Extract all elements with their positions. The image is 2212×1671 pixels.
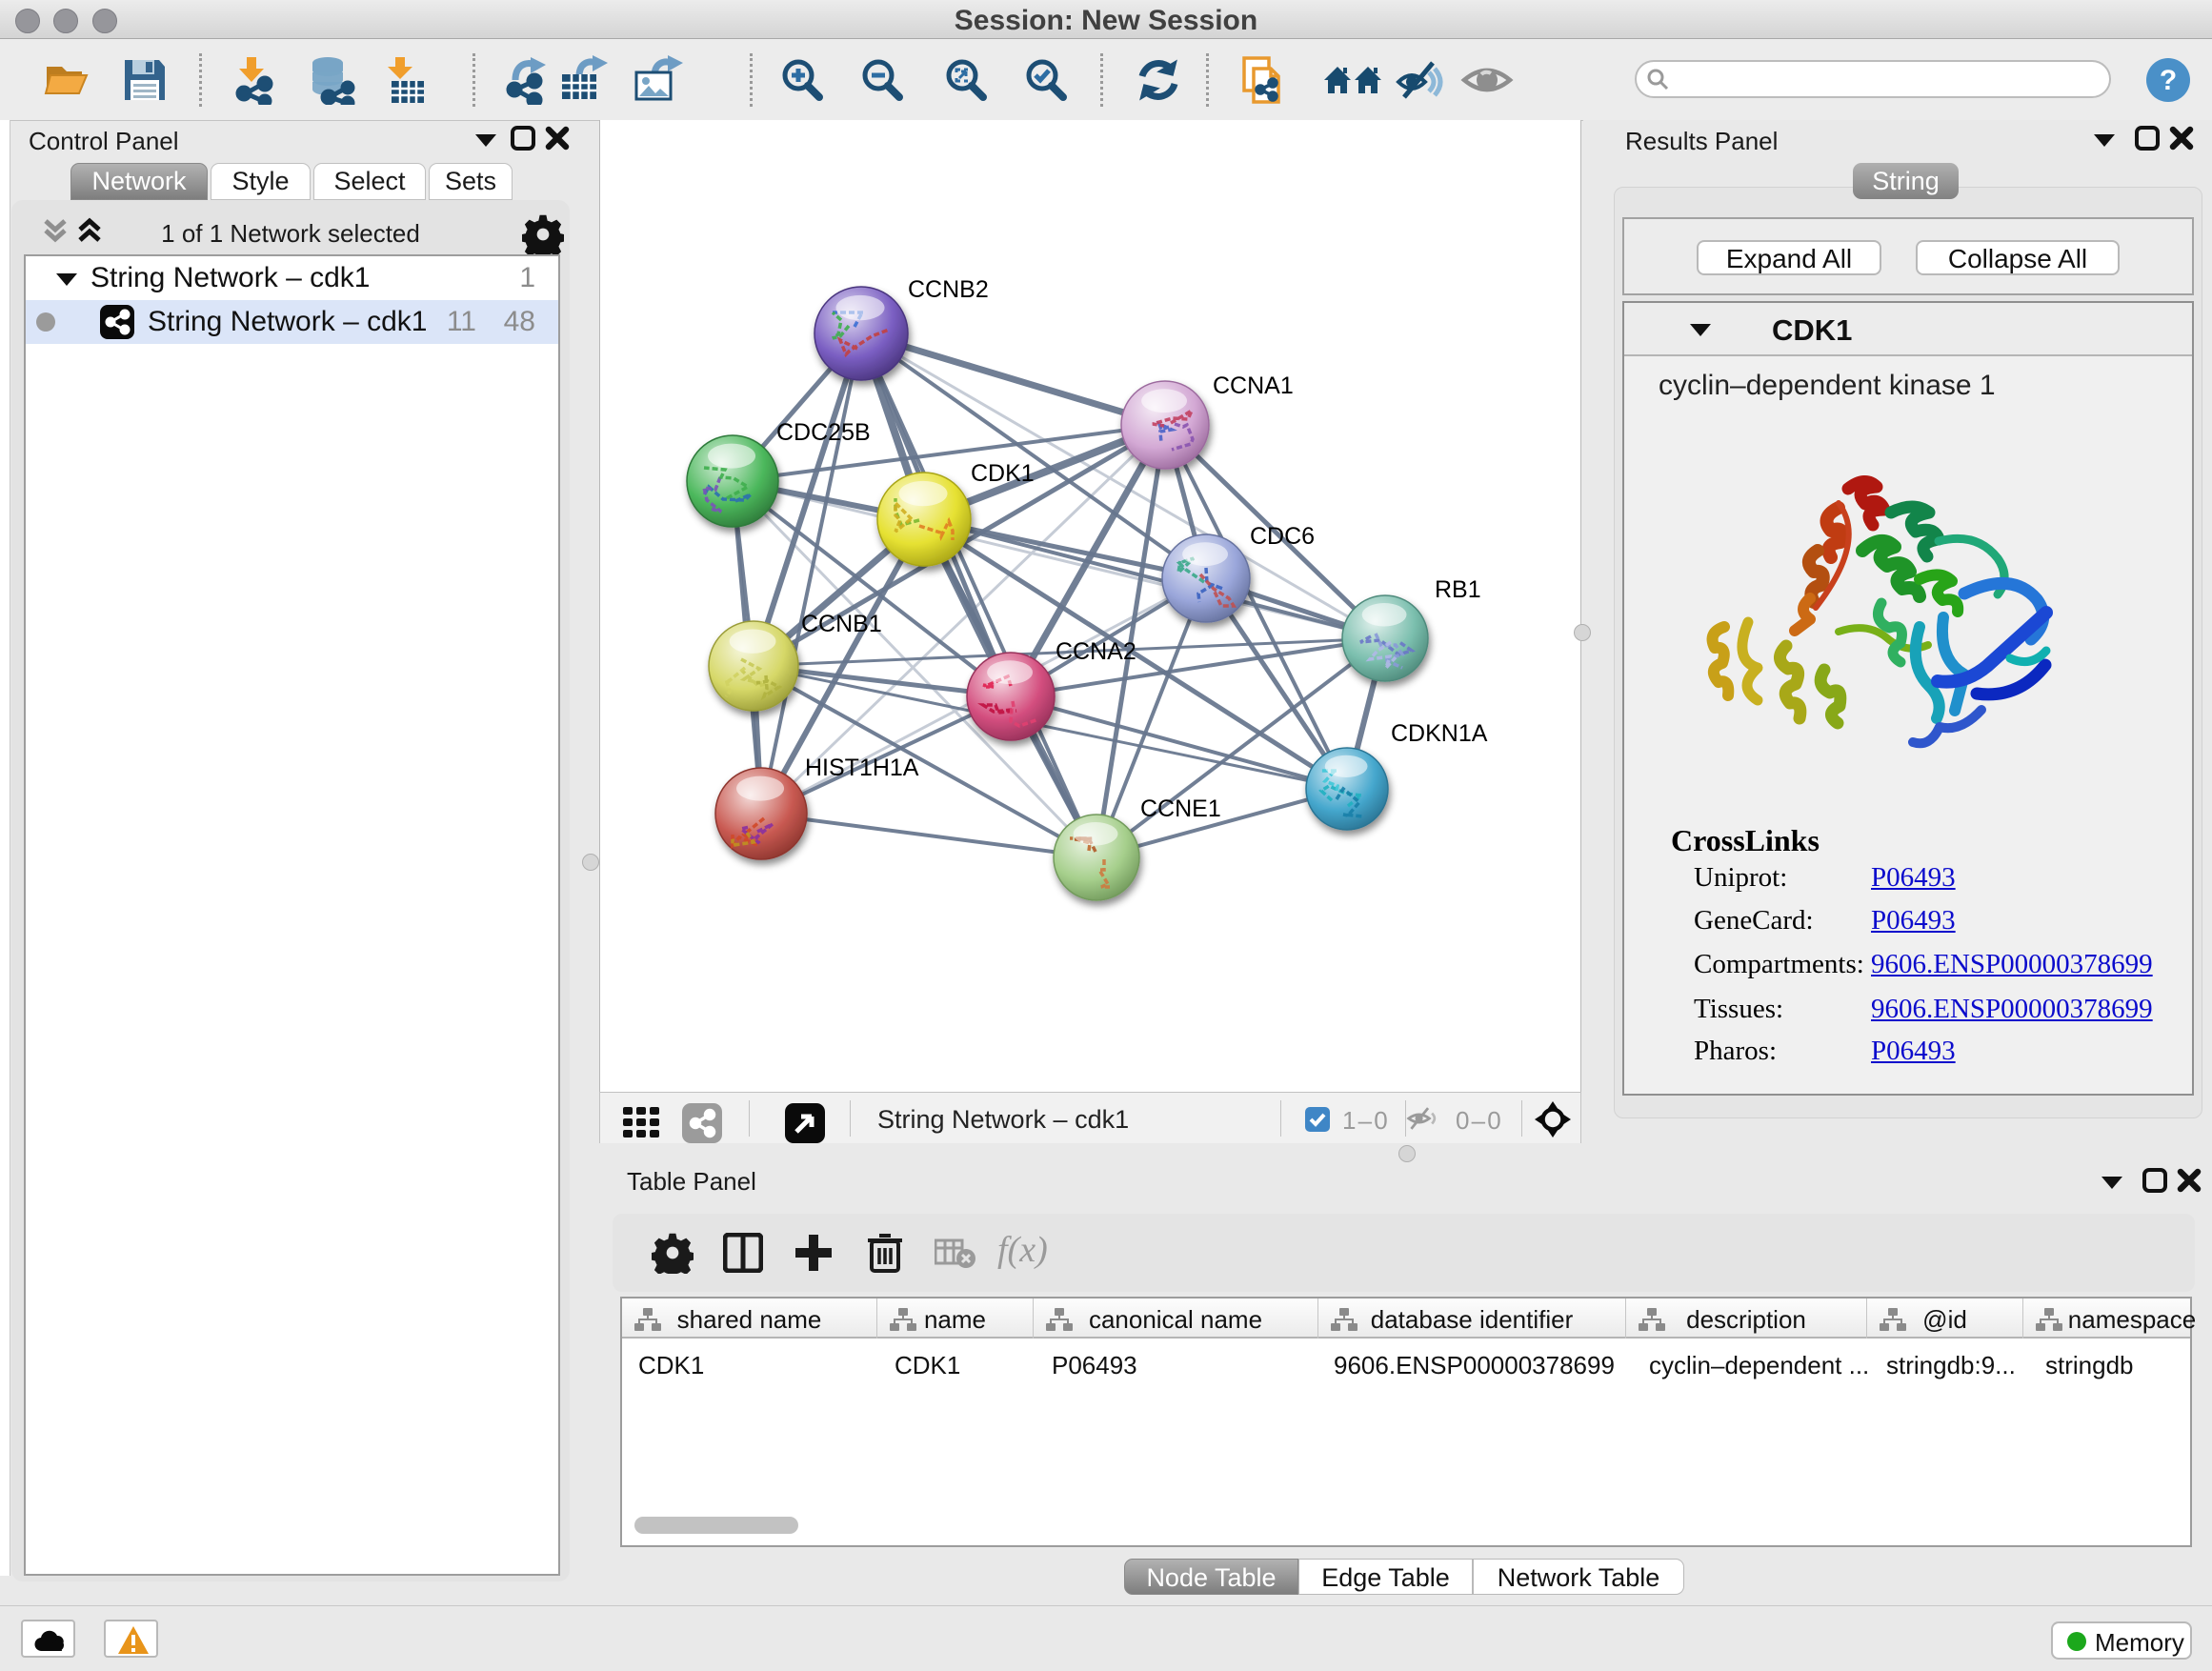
svg-text:CCNB2: CCNB2 <box>908 276 989 303</box>
svg-text:CDKN1A: CDKN1A <box>1391 720 1488 747</box>
svg-text:CDC25B: CDC25B <box>776 419 871 446</box>
svg-text:CCNB1: CCNB1 <box>801 611 882 637</box>
svg-text:CCNE1: CCNE1 <box>1140 795 1221 822</box>
svg-text:CDK1: CDK1 <box>971 460 1035 487</box>
svg-text:RB1: RB1 <box>1435 576 1481 603</box>
svg-text:CCNA2: CCNA2 <box>1056 638 1136 665</box>
svg-text:CCNA1: CCNA1 <box>1213 372 1294 399</box>
svg-text:?: ? <box>2160 65 2177 96</box>
svg-text:HIST1H1A: HIST1H1A <box>805 755 919 781</box>
svg-text:CDC6: CDC6 <box>1250 523 1315 550</box>
